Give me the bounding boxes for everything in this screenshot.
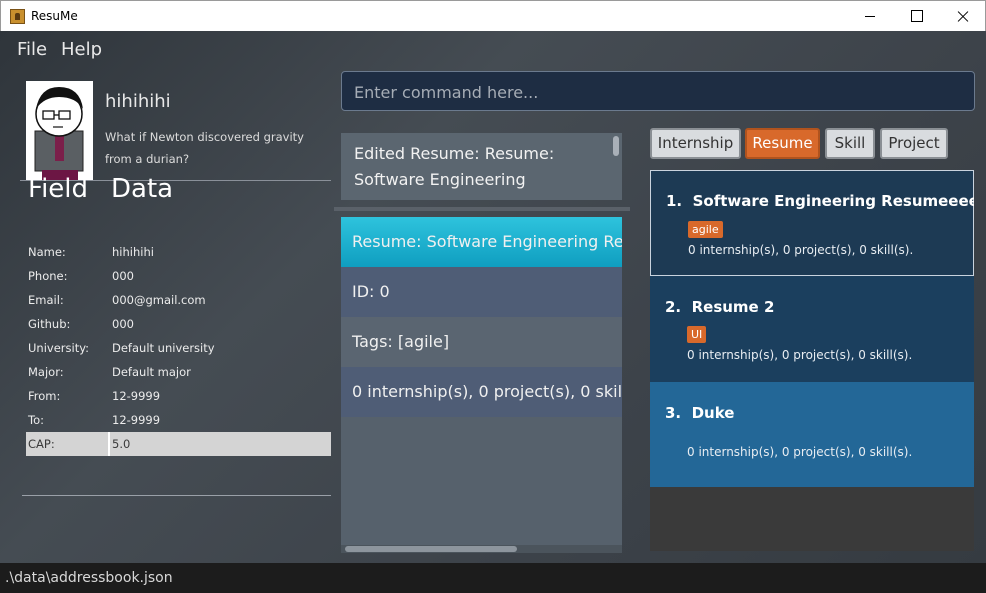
info-row-github[interactable]: Github: 000 [26, 312, 331, 336]
tab-internship[interactable]: Internship [650, 128, 741, 159]
info-value: 5.0 [112, 437, 131, 451]
resume-name: Duke [691, 404, 735, 422]
detail-title-text: Resume: Software Engineering Resumeeeeee… [352, 232, 622, 251]
field-header: Field [28, 174, 89, 204]
profile-panel: hihihihi What if Newton discovered gravi… [20, 71, 331, 497]
resume-card[interactable]: 1. Software Engineering Resumeeeeee... a… [650, 170, 974, 276]
resume-counts: 0 internship(s), 0 project(s), 0 skill(s… [687, 348, 913, 362]
profile-header: hihihihi What if Newton discovered gravi… [20, 71, 331, 181]
resume-name: Resume 2 [691, 298, 775, 316]
detail-tags: Tags: [agile] [341, 317, 622, 367]
save-location: .\data\addressbook.json [5, 570, 173, 586]
info-value: Default university [112, 341, 215, 355]
profile-name: hihihihi [105, 91, 171, 112]
result-scrollbar[interactable] [613, 136, 619, 156]
info-key: University: [28, 341, 90, 355]
data-header: Data [111, 174, 174, 204]
menu-bar: File Help [0, 31, 986, 67]
resume-counts: 0 internship(s), 0 project(s), 0 skill(s… [687, 445, 913, 459]
command-input[interactable] [354, 81, 954, 103]
info-value: 12-9999 [112, 413, 161, 427]
close-icon[interactable] [939, 1, 985, 31]
column-separator [108, 432, 110, 456]
info-value: hihihihi [112, 245, 154, 259]
detail-id: ID: 0 [341, 267, 622, 317]
info-value: 000 [112, 269, 134, 283]
info-key: Github: [28, 317, 71, 331]
detail-counts-text: 0 internship(s), 0 project(s), 0 skill(s… [352, 382, 622, 401]
resume-card[interactable]: 2. Resume 2 UI 0 internship(s), 0 projec… [650, 276, 974, 382]
info-value: 000 [112, 317, 134, 331]
resume-list: 1. Software Engineering Resumeeeeee... a… [650, 170, 974, 551]
info-row-name[interactable]: Name: hihihihi [26, 240, 331, 264]
minimize-icon[interactable] [847, 1, 893, 31]
resume-card-title: 1. Software Engineering Resumeeeeee... [666, 192, 974, 210]
info-key: From: [28, 389, 61, 403]
info-row-email[interactable]: Email: 000@gmail.com [26, 288, 331, 312]
info-row-cap[interactable]: CAP: 5.0 [26, 432, 331, 456]
window-title: ResuMe [31, 9, 78, 23]
menu-help[interactable]: Help [61, 39, 102, 60]
resume-card-title: 2. Resume 2 [665, 298, 774, 316]
info-key: Email: [28, 293, 64, 307]
avatar-drawing [26, 81, 93, 180]
info-key: CAP: [28, 437, 55, 451]
info-row-university[interactable]: University: Default university [26, 336, 331, 360]
tab-project[interactable]: Project [880, 128, 948, 159]
status-bar: .\data\addressbook.json [0, 563, 986, 593]
resume-counts: 0 internship(s), 0 project(s), 0 skill(s… [688, 243, 914, 257]
info-key: To: [28, 413, 44, 427]
detail-tags-text: Tags: [agile] [352, 332, 450, 351]
detail-hscroll-thumb[interactable] [345, 546, 517, 552]
avatar [26, 81, 93, 180]
resume-name: Software Engineering Resumeeeeee... [692, 192, 974, 210]
menu-file[interactable]: File [17, 39, 47, 60]
info-value: 000@gmail.com [112, 293, 206, 307]
info-value: Default major [112, 365, 191, 379]
info-key: Phone: [28, 269, 68, 283]
middle-divider [334, 207, 630, 211]
tab-skill[interactable]: Skill [825, 128, 875, 159]
info-row-phone[interactable]: Phone: 000 [26, 264, 331, 288]
resume-index: 1. [666, 192, 683, 210]
info-row-major[interactable]: Major: Default major [26, 360, 331, 384]
info-key: Major: [28, 365, 64, 379]
resume-card-title: 3. Duke [665, 404, 734, 422]
left-divider [22, 495, 331, 496]
tag-badge: agile [688, 221, 723, 238]
command-box[interactable] [341, 71, 975, 111]
result-text: Edited Resume: Resume: Software Engineer… [354, 144, 555, 189]
maximize-icon[interactable] [893, 1, 939, 31]
info-row-to[interactable]: To: 12-9999 [26, 408, 331, 432]
title-bar: ResuMe [0, 0, 986, 31]
resume-index: 2. [665, 298, 682, 316]
detail-counts: 0 internship(s), 0 project(s), 0 skill(s… [341, 367, 622, 417]
app-icon [10, 9, 25, 24]
info-key: Name: [28, 245, 66, 259]
resume-index: 3. [665, 404, 682, 422]
detail-title: Resume: Software Engineering Resumeeeeee… [341, 217, 622, 267]
profile-bio: What if Newton discovered gravity from a… [105, 130, 304, 166]
resume-detail-panel: Resume: Software Engineering Resumeeeeee… [341, 217, 622, 547]
info-row-from[interactable]: From: 12-9999 [26, 384, 331, 408]
resume-card[interactable]: 3. Duke 0 internship(s), 0 project(s), 0… [650, 382, 974, 487]
detail-id-text: ID: 0 [352, 282, 390, 301]
tag-badge: UI [687, 326, 707, 343]
tab-resume[interactable]: Resume [745, 128, 820, 159]
info-value: 12-9999 [112, 389, 161, 403]
result-display: Edited Resume: Resume: Software Engineer… [341, 133, 622, 200]
